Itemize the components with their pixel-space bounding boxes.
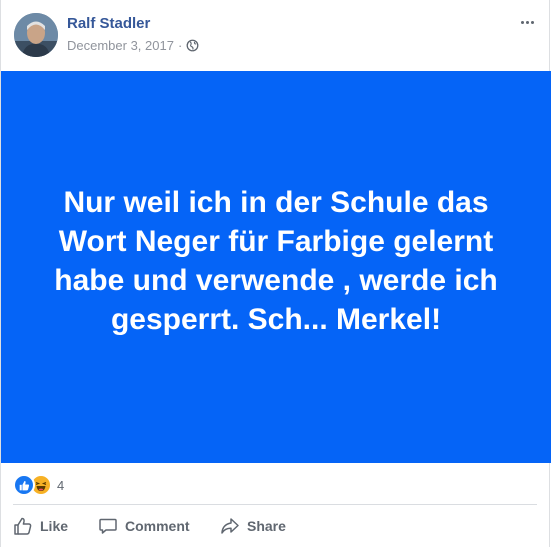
comment-button[interactable]: Comment xyxy=(98,516,190,536)
more-dot xyxy=(520,20,524,24)
comment-bubble-icon xyxy=(99,518,117,534)
post-meta: December 3, 2017 · xyxy=(67,38,199,53)
like-button[interactable]: Like xyxy=(13,516,68,536)
post-text-background: Nur weil ich in der Schule das Wort Nege… xyxy=(1,71,551,463)
share-button[interactable]: Share xyxy=(220,516,286,536)
globe-icon[interactable] xyxy=(186,39,199,52)
share-label: Share xyxy=(247,518,286,534)
thumbs-up-outline-icon xyxy=(14,517,32,535)
more-options-icon[interactable] xyxy=(517,12,537,32)
facebook-post: Ralf Stadler December 3, 2017 · Nur weil… xyxy=(0,0,551,547)
reaction-summary[interactable]: 4 xyxy=(13,474,64,496)
meta-separator: · xyxy=(177,38,183,53)
comment-label: Comment xyxy=(125,518,190,534)
post-body-text: Nur weil ich in der Schule das Wort Nege… xyxy=(54,186,498,336)
avatar-photo xyxy=(14,13,58,57)
like-reaction-icon xyxy=(13,474,35,496)
author-avatar[interactable] xyxy=(14,13,58,57)
share-arrow-icon xyxy=(221,518,239,534)
more-dot xyxy=(530,20,534,24)
post-actions-bar: Like Comment Share xyxy=(1,510,549,542)
action-divider xyxy=(13,504,537,505)
post-header: Ralf Stadler December 3, 2017 · xyxy=(1,0,549,70)
post-date[interactable]: December 3, 2017 xyxy=(67,38,174,53)
like-label: Like xyxy=(40,518,69,534)
more-dot xyxy=(525,20,529,24)
reaction-count: 4 xyxy=(57,477,65,493)
author-name[interactable]: Ralf Stadler xyxy=(67,15,150,32)
thumbs-up-icon xyxy=(19,480,29,490)
